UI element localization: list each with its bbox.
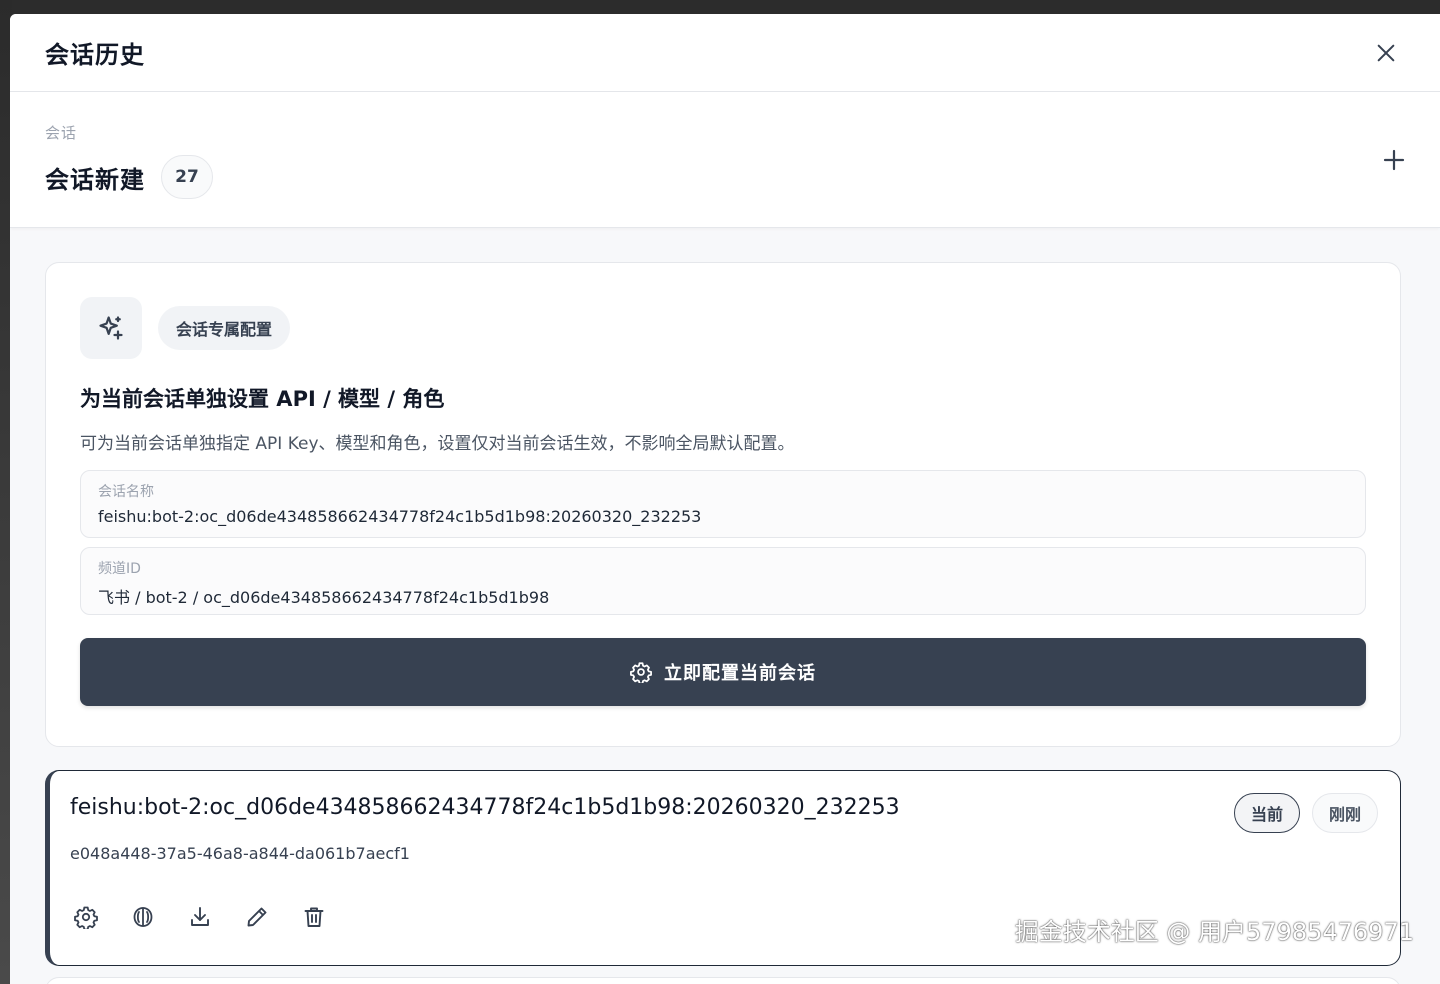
watermark-text: 掘金技术社区 @ 用户57985476971 xyxy=(1014,918,1414,946)
sparkle-icon xyxy=(99,316,123,340)
channel-id-value: 飞书 / bot-2 / oc_d06de434858662434778f24c… xyxy=(98,588,550,607)
session-action-bar xyxy=(74,905,326,929)
configure-session-label: 立即配置当前会话 xyxy=(664,663,816,684)
sparkle-icon-box xyxy=(80,297,142,359)
config-heading: 为当前会话单独设置 API / 模型 / 角色 xyxy=(80,387,445,411)
gear-icon xyxy=(630,661,652,683)
section-title: 会话新建 xyxy=(45,165,145,194)
close-button[interactable] xyxy=(1370,37,1402,69)
plus-icon xyxy=(1383,149,1405,171)
session-item-id: e048a448-37a5-46a8-a844-da061b7aecf1 xyxy=(70,844,410,863)
new-session-button[interactable] xyxy=(1378,144,1410,176)
drawer-title: 会话历史 xyxy=(45,41,145,69)
section-eyebrow: 会话 xyxy=(45,124,78,142)
session-item-title: feishu:bot-2:oc_d06de434858662434778f24c… xyxy=(70,795,900,820)
configure-session-button[interactable]: 立即配置当前会话 xyxy=(80,638,1366,706)
session-name-value: feishu:bot-2:oc_d06de434858662434778f24c… xyxy=(98,507,702,526)
gear-icon[interactable] xyxy=(74,905,98,929)
trash-icon[interactable] xyxy=(302,905,326,929)
session-name-field[interactable]: 会话名称 feishu:bot-2:oc_d06de43485866243477… xyxy=(80,470,1366,538)
session-name-label: 会话名称 xyxy=(98,484,154,500)
session-config-card: 会话专属配置 为当前会话单独设置 API / 模型 / 角色 可为当前会话单独指… xyxy=(45,262,1401,747)
session-time-badge: 刚刚 xyxy=(1311,793,1378,833)
config-description: 可为当前会话单独指定 API Key、模型和角色，设置仅对当前会话生效，不影响全… xyxy=(80,434,795,454)
close-icon xyxy=(1377,44,1395,61)
pencil-icon[interactable] xyxy=(245,905,269,929)
channel-id-label: 频道ID xyxy=(98,561,141,577)
drawer-header: 会话历史 xyxy=(10,14,1440,92)
brain-icon[interactable] xyxy=(131,905,155,929)
session-config-pill: 会话专属配置 xyxy=(158,306,291,350)
session-section-header: 会话 会话新建 27 xyxy=(10,92,1440,228)
session-count-badge: 27 xyxy=(161,155,213,199)
channel-id-field[interactable]: 频道ID 飞书 / bot-2 / oc_d06de43485866243477… xyxy=(80,547,1366,615)
session-history-drawer: 会话历史 会话 会话新建 27 会话专属配置 为当前会话单独设置 API / 模… xyxy=(10,14,1440,984)
current-session-badge: 当前 xyxy=(1233,793,1300,833)
next-session-card-edge[interactable] xyxy=(45,977,1401,984)
download-icon[interactable] xyxy=(188,905,212,929)
window-backdrop-top xyxy=(0,0,1440,14)
